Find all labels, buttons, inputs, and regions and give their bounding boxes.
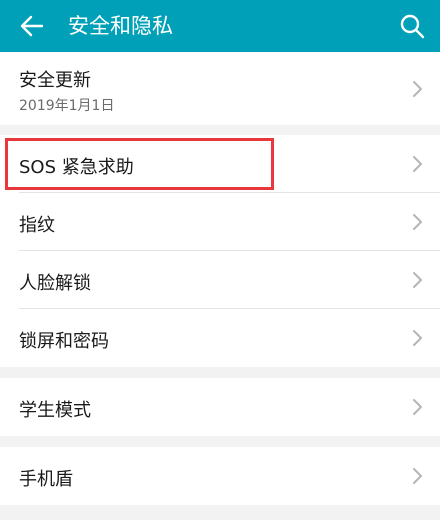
menu-item-fingerprint[interactable]: 指纹	[0, 193, 440, 251]
page-title: 安全和隐私	[68, 14, 173, 38]
app-header: 安全和隐私	[0, 0, 440, 52]
arrow-left-icon	[20, 15, 44, 37]
item-sublabel: 2019年1月1日	[19, 98, 115, 114]
item-label: 指纹	[19, 215, 55, 236]
chevron-right-icon	[413, 272, 422, 288]
chevron-right-icon	[413, 214, 422, 230]
search-button[interactable]	[394, 8, 430, 44]
chevron-right-icon	[413, 156, 422, 172]
chevron-right-icon	[413, 468, 422, 484]
back-button[interactable]	[14, 8, 50, 44]
item-label: 安全更新	[19, 70, 91, 91]
highlight-box	[5, 138, 274, 190]
chevron-right-icon	[413, 330, 422, 346]
item-label: 锁屏和密码	[19, 331, 109, 352]
menu-item-face-unlock[interactable]: 人脸解锁	[0, 251, 440, 309]
menu-item-phone-shield[interactable]: 手机盾	[0, 447, 440, 505]
menu-item-lock-screen-password[interactable]: 锁屏和密码	[0, 309, 440, 367]
menu-item-security-update[interactable]: 安全更新 2019年1月1日	[0, 52, 440, 125]
menu-item-student-mode[interactable]: 学生模式	[0, 378, 440, 436]
chevron-right-icon	[413, 399, 422, 415]
item-label: 学生模式	[19, 400, 91, 421]
item-label: 手机盾	[19, 469, 73, 490]
search-icon	[400, 14, 425, 39]
item-label: 人脸解锁	[19, 273, 91, 294]
chevron-right-icon	[413, 81, 422, 97]
